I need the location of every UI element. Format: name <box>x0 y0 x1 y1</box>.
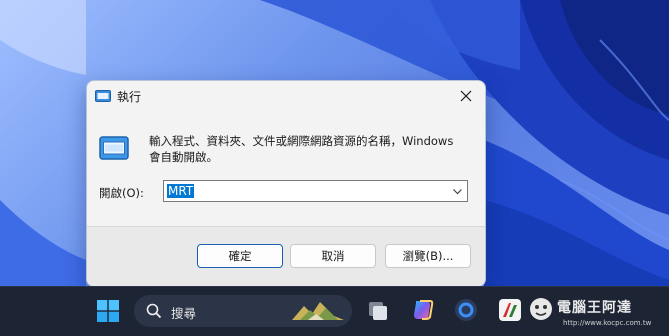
search-icon <box>146 303 162 319</box>
run-dialog: 執行 輸入程式、資料夾、文件或網際網路資源的名稱，Windows 會自動開啟。 … <box>86 80 486 287</box>
browse-button[interactable]: 瀏覽(B)... <box>385 244 471 268</box>
run-window-icon <box>99 136 129 160</box>
taskbar: 搜尋 電腦王阿達 http://www.kocpc.com.tw <box>0 286 669 336</box>
copilot-icon[interactable] <box>410 297 436 323</box>
search-label: 搜尋 <box>171 306 197 321</box>
open-input-value[interactable]: MRT <box>167 184 195 198</box>
close-button[interactable] <box>447 81 485 111</box>
dialog-titlebar[interactable]: 執行 <box>87 81 485 111</box>
taskbar-search[interactable]: 搜尋 <box>134 295 352 327</box>
watermark-url: http://www.kocpc.com.tw <box>563 319 652 327</box>
dialog-description: 輸入程式、資料夾、文件或網際網路資源的名稱，Windows 會自動開啟。 <box>149 134 454 164</box>
open-input[interactable]: MRT <box>163 180 468 202</box>
open-label: 開啟(O): <box>99 186 144 200</box>
app-icon[interactable] <box>453 297 479 323</box>
close-icon <box>460 90 472 102</box>
search-highlight-image <box>292 302 344 320</box>
windows-logo-icon[interactable] <box>97 300 119 322</box>
watermark-text: 電腦王阿達 <box>557 300 632 316</box>
chevron-down-icon[interactable] <box>452 186 463 197</box>
dialog-button-area: 確定 取消 瀏覽(B)... <box>87 226 485 286</box>
run-window-icon <box>95 90 111 102</box>
watermark: 電腦王阿達 http://www.kocpc.com.tw <box>527 291 669 333</box>
cancel-button[interactable]: 取消 <box>290 244 376 268</box>
task-view-icon[interactable] <box>365 297 391 323</box>
watermark-logo-icon <box>530 298 552 320</box>
app-icon[interactable] <box>497 297 523 323</box>
dialog-title: 執行 <box>117 90 142 104</box>
ok-button[interactable]: 確定 <box>197 244 283 268</box>
